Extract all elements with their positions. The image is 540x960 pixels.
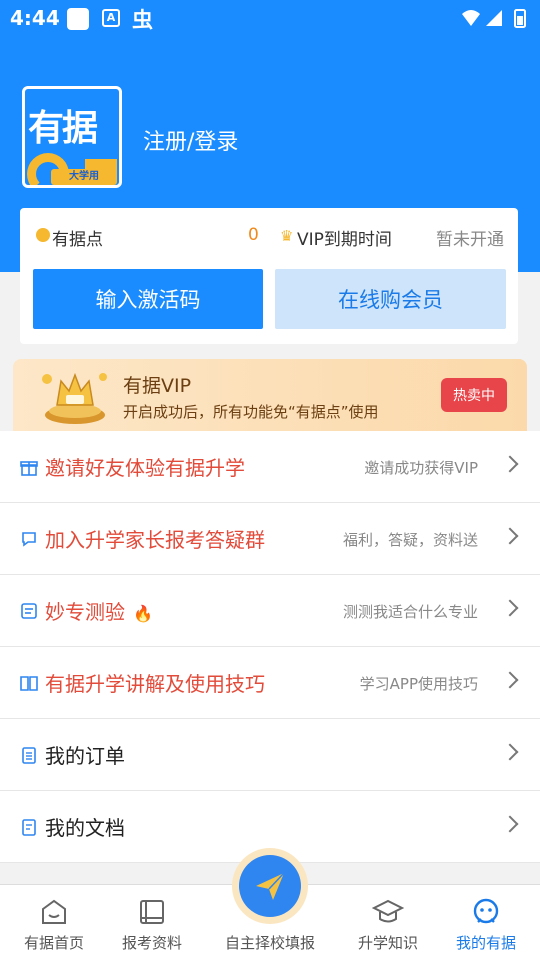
chevron-right-icon xyxy=(501,455,519,473)
tab-my-profile[interactable]: 我的有据 xyxy=(432,885,540,960)
home-icon xyxy=(42,899,66,924)
menu-item-subtitle: 邀请成功获得VIP xyxy=(364,459,478,477)
profile-icon xyxy=(473,898,499,924)
status-bar: 4:44 A 虫 xyxy=(0,0,540,38)
menu-item-subtitle: 福利，答疑，资料送 xyxy=(342,531,478,549)
vip-banner[interactable]: 有据VIP 开启成功后，所有功能免“有据点”使用 热卖中 xyxy=(13,359,527,431)
vip-expiry-value: 暂未开通 xyxy=(436,230,504,250)
menu-item-subtitle: 测测我适合什么专业 xyxy=(342,603,478,621)
vip-banner-description: 开启成功后，所有功能免“有据点”使用 xyxy=(123,403,379,421)
send-icon xyxy=(256,872,285,900)
menu-item-label: 有据升学讲解及使用技巧 xyxy=(45,672,265,696)
chevron-right-icon xyxy=(501,671,519,689)
vip-expiry-label: VIP到期时间 xyxy=(297,230,392,250)
wifi-icon xyxy=(462,10,480,26)
menu-item-major-test[interactable]: 妙专测验 🔥 测测我适合什么专业 xyxy=(0,575,540,647)
tab-label: 有据首页 xyxy=(23,934,84,952)
menu-item-label: 我的订单 xyxy=(45,744,125,768)
order-icon xyxy=(22,747,36,764)
gift-icon xyxy=(20,461,38,476)
tab-label: 报考资料 xyxy=(121,934,182,952)
document-icon xyxy=(22,819,36,836)
account-card: 有据点 0 ♛ VIP到期时间 暂未开通 输入激活码 在线购会员 xyxy=(20,208,518,344)
battery-icon xyxy=(514,9,526,28)
a-notification-icon: A xyxy=(102,9,120,27)
chevron-right-icon xyxy=(501,815,519,833)
login-link[interactable]: 注册/登录 xyxy=(143,124,238,156)
menu-item-label: 我的文档 xyxy=(45,816,125,840)
signal-icon xyxy=(486,10,502,26)
menu-item-label: 邀请好友体验有据升学 xyxy=(45,456,245,480)
logo-text: 有据 xyxy=(28,108,98,149)
crown-icon: ♛ xyxy=(280,227,294,245)
menu-list: 邀请好友体验有据升学 邀请成功获得VIP 加入升学家长报考答疑群 福利，答疑，资… xyxy=(0,431,540,863)
quiz-icon xyxy=(21,603,37,619)
tab-label: 自主择校填报 xyxy=(224,934,315,952)
vip-medal-icon xyxy=(42,372,107,424)
points-label: 有据点 xyxy=(52,230,103,250)
tab-exam-materials[interactable]: 报考资料 xyxy=(98,885,206,960)
fire-icon: 🔥 xyxy=(133,604,153,623)
tab-label: 升学知识 xyxy=(357,934,418,952)
logo-tagline: 大学用 xyxy=(51,169,117,185)
books-icon xyxy=(140,900,164,924)
status-time: 4:44 xyxy=(10,6,60,30)
menu-item-join-group[interactable]: 加入升学家长报考答疑群 福利，答疑，资料送 xyxy=(0,503,540,575)
menu-item-tutorial[interactable]: 有据升学讲解及使用技巧 学习APP使用技巧 xyxy=(0,647,540,719)
vip-banner-title: 有据VIP xyxy=(123,375,192,397)
graduation-cap-icon xyxy=(372,899,404,923)
menu-item-my-orders[interactable]: 我的订单 xyxy=(0,719,540,791)
tab-knowledge[interactable]: 升学知识 xyxy=(334,885,442,960)
menu-item-label: 妙专测验 🔥 xyxy=(45,600,153,624)
menu-item-subtitle: 学习APP使用技巧 xyxy=(359,675,478,693)
bug-notification-icon: 虫 xyxy=(132,8,153,32)
chevron-right-icon xyxy=(501,527,519,545)
chevron-right-icon xyxy=(501,599,519,617)
hot-sale-badge[interactable]: 热卖中 xyxy=(441,378,507,412)
coin-icon xyxy=(36,228,50,242)
menu-item-label: 加入升学家长报考答疑群 xyxy=(45,528,265,552)
book-icon xyxy=(20,676,38,691)
buy-membership-button[interactable]: 在线购会员 xyxy=(275,269,506,329)
tab-home[interactable]: 有据首页 xyxy=(0,885,108,960)
notification-square-icon xyxy=(67,8,89,30)
menu-item-invite-friends[interactable]: 邀请好友体验有据升学 邀请成功获得VIP xyxy=(0,431,540,503)
app-logo[interactable]: 有据 大学用 xyxy=(22,86,122,188)
chat-icon xyxy=(22,532,36,547)
status-indicators xyxy=(460,8,530,34)
tab-label: 我的有据 xyxy=(455,934,516,952)
chevron-right-icon xyxy=(501,743,519,761)
school-selection-fab[interactable] xyxy=(239,855,301,917)
points-value: 0 xyxy=(248,225,259,245)
enter-activation-code-button[interactable]: 输入激活码 xyxy=(33,269,263,329)
